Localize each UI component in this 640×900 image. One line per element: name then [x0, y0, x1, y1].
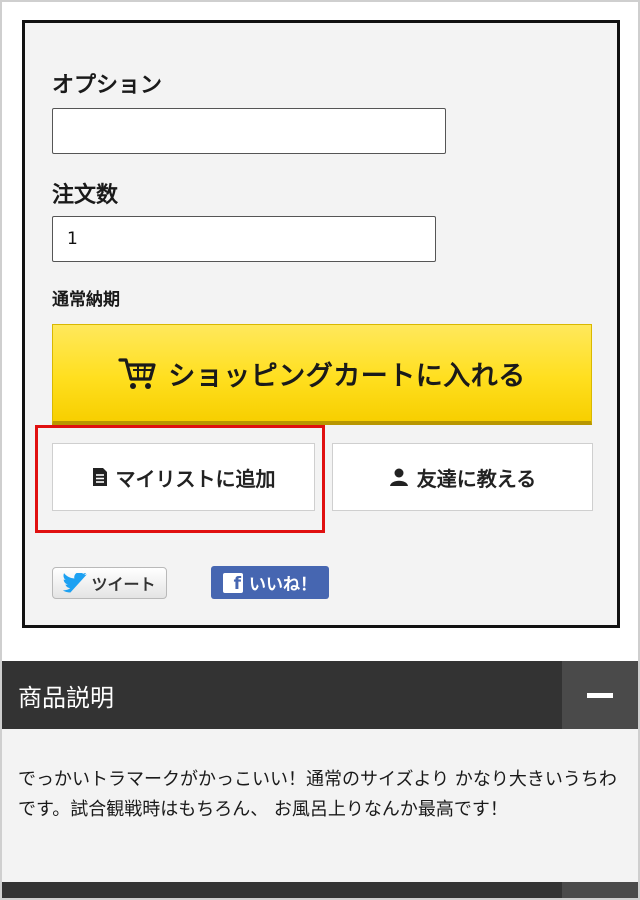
shopping-cart-icon [118, 358, 156, 389]
tell-friend-label: 友達に教える [416, 466, 537, 491]
facebook-like-label: いいね！ [249, 575, 317, 595]
option-label: オプション [52, 73, 163, 98]
quantity-label: 注文数 [52, 183, 119, 208]
description-header[interactable]: 商品説明 [2, 661, 638, 729]
delivery-label: 通常納期 [52, 290, 120, 310]
description-text: でっかいトラマークがかっこいい！通常のサイズより かなり大きいうちわです。試合観… [18, 769, 617, 820]
facebook-like-button[interactable]: f いいね！ [211, 566, 329, 599]
twitter-bird-icon [63, 573, 88, 593]
add-to-mylist-label: マイリストに追加 [115, 466, 276, 491]
document-icon [92, 468, 107, 486]
facebook-f-icon: f [223, 572, 243, 593]
next-section-header [2, 882, 638, 898]
add-to-cart-button[interactable]: ショッピングカートに入れる [52, 324, 592, 425]
description-body: でっかいトラマークがかっこいい！通常のサイズより かなり大きいうちわです。試合観… [2, 729, 638, 882]
tell-friend-button[interactable]: 友達に教える [332, 443, 593, 511]
next-section-toggle[interactable] [562, 882, 638, 898]
description-title: 商品説明 [18, 684, 114, 712]
collapse-button[interactable] [562, 661, 638, 729]
tweet-button[interactable]: ツイート [52, 567, 167, 599]
quantity-input[interactable] [52, 216, 436, 262]
option-input[interactable] [52, 108, 446, 154]
product-options-panel: オプション 注文数 通常納期 ショッピングカートに入れる マイリス [22, 20, 620, 628]
tweet-label: ツイート [91, 575, 156, 594]
person-icon [389, 468, 408, 486]
add-to-cart-label: ショッピングカートに入れる [168, 360, 526, 392]
minus-icon [587, 692, 613, 698]
add-to-mylist-button[interactable]: マイリストに追加 [52, 443, 315, 511]
page-frame: オプション 注文数 通常納期 ショッピングカートに入れる マイリス [0, 0, 640, 900]
